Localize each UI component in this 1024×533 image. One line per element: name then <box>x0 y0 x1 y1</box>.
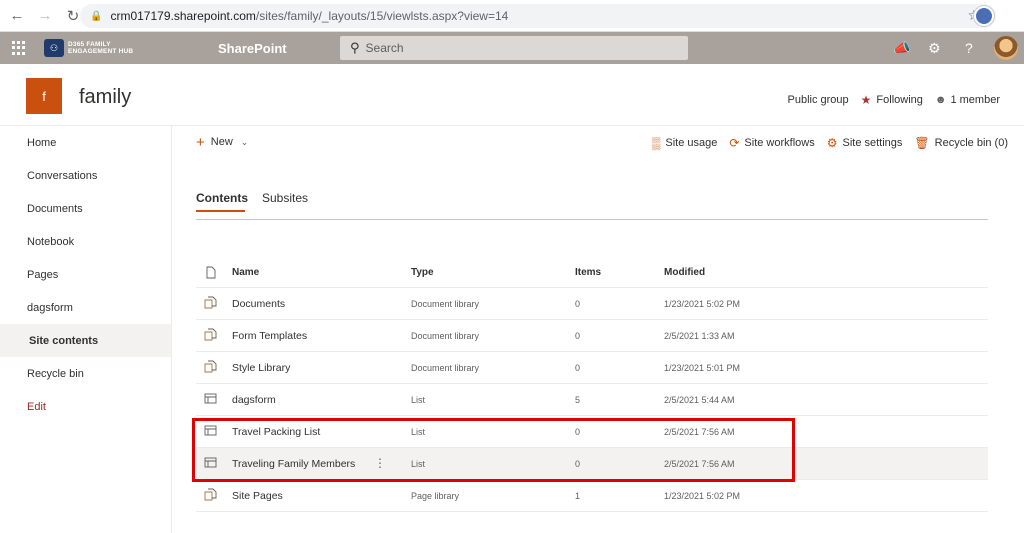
site-usage-label: Site usage <box>665 137 718 149</box>
header-type[interactable]: Type <box>411 267 434 278</box>
lock-icon: 🔒 <box>90 10 103 22</box>
table-row[interactable]: Style Library Document library 0 1/23/2021 … <box>196 352 988 384</box>
chart-icon: ▒ <box>651 136 661 150</box>
members-button[interactable]: 1 member <box>950 94 1000 106</box>
row-name[interactable]: dagsform <box>232 394 276 406</box>
list-icon <box>204 393 217 404</box>
forward-icon[interactable]: → <box>34 5 56 27</box>
row-name[interactable]: Documents <box>232 298 285 310</box>
site-logo[interactable]: f <box>26 78 62 114</box>
brand-logo[interactable]: ⚇ D365 FAMILY ENGAGEMENT HUB <box>44 38 133 58</box>
gear-icon[interactable]: ⚙ <box>928 40 941 57</box>
browser-profile-icon[interactable] <box>974 6 994 26</box>
avatar[interactable] <box>994 36 1018 60</box>
address-bar[interactable]: 🔒 crm017179.sharepoint.com /sites/family… <box>80 4 996 28</box>
search-input[interactable]: ⚲ Search <box>340 36 688 60</box>
following-button[interactable]: Following <box>876 94 922 106</box>
header-modified[interactable]: Modified <box>664 267 705 278</box>
app-launcher-icon[interactable] <box>12 41 26 55</box>
nav-item-pages[interactable]: Pages <box>0 258 171 291</box>
megaphone-icon[interactable]: 📣 <box>893 40 910 57</box>
nav-item-conversations[interactable]: Conversations <box>0 159 171 192</box>
search-placeholder: Search <box>365 41 404 55</box>
site-usage-button[interactable]: ▒ Site usage <box>652 136 718 150</box>
recycle-bin-label: Recycle bin (0) <box>934 137 1008 149</box>
nav-item-site-contents[interactable]: Site contents <box>0 324 171 357</box>
left-navigation: Home Conversations Documents Notebook Pa… <box>0 126 172 533</box>
file-type-icon <box>206 266 216 279</box>
help-icon[interactable]: ? <box>965 40 973 56</box>
nav-item-dagsform[interactable]: dagsform <box>0 291 171 324</box>
library-icon <box>204 296 217 309</box>
brand-line1: D365 FAMILY <box>68 41 111 48</box>
active-tab-underline <box>196 210 245 212</box>
row-modified: 2/5/2021 1:33 AM <box>664 331 735 341</box>
row-items: 5 <box>575 395 581 405</box>
tab-contents[interactable]: Contents <box>196 191 248 205</box>
nav-edit-link[interactable]: Edit <box>0 390 171 423</box>
table-row[interactable]: dagsform List 5 2/5/2021 5:44 AM <box>196 384 988 416</box>
row-items: 0 <box>575 363 581 373</box>
table-row[interactable]: Documents Document library 0 1/23/2021 5:02… <box>196 288 988 320</box>
following-star-icon[interactable]: ★ <box>861 93 872 107</box>
site-title[interactable]: family <box>79 86 131 109</box>
library-icon <box>204 360 217 373</box>
brand-line2: ENGAGEMENT HUB <box>68 48 134 55</box>
row-modified: 2/5/2021 5:44 AM <box>664 395 735 405</box>
back-icon[interactable]: ← <box>6 5 28 27</box>
contents-pivot: Contents Subsites <box>196 186 988 220</box>
tab-subsites[interactable]: Subsites <box>262 191 308 205</box>
new-button[interactable]: + New ⌄ <box>196 133 249 151</box>
row-modified: 1/23/2021 5:01 PM <box>664 363 741 373</box>
privacy-label: Public group <box>787 94 849 106</box>
row-type: List <box>411 395 426 405</box>
suite-bar: ⚇ D365 FAMILY ENGAGEMENT HUB SharePoint … <box>0 32 1024 64</box>
row-items: 0 <box>575 331 581 341</box>
row-type: Document library <box>411 331 480 341</box>
site-header: f family Public group ★ Following ☻ 1 me… <box>0 64 1024 126</box>
row-type: Page library <box>411 491 460 501</box>
trash-icon: 🗑 <box>914 136 930 150</box>
plus-icon: + <box>196 133 205 151</box>
nav-item-home[interactable]: Home <box>0 126 171 159</box>
app-name[interactable]: SharePoint <box>218 41 287 56</box>
row-items: 0 <box>575 299 581 309</box>
library-icon <box>204 488 217 501</box>
workflow-icon: ⟳ <box>729 136 740 150</box>
browser-toolbar: ← → ↻ 🔒 crm017179.sharepoint.com /sites/… <box>0 0 1024 32</box>
row-name[interactable]: Style Library <box>232 362 290 374</box>
table-row[interactable]: Site Pages Page library 1 1/23/2021 5:02 PM <box>196 480 988 512</box>
command-bar: + New ⌄ ▒ Site usage ⟳ Site workflows ⚙ … <box>172 126 1024 160</box>
table-header: Name Type Items Modified <box>196 258 988 288</box>
highlight-box <box>192 418 795 482</box>
new-label: New <box>210 136 233 148</box>
header-items[interactable]: Items <box>575 267 601 278</box>
row-name[interactable]: Form Templates <box>232 330 307 342</box>
settings-gear-icon: ⚙ <box>826 136 838 150</box>
row-type: Document library <box>411 363 480 373</box>
person-icon: ☻ <box>934 94 947 106</box>
row-type: Document library <box>411 299 480 309</box>
site-workflows-label: Site workflows <box>744 137 815 149</box>
row-name[interactable]: Site Pages <box>232 490 283 502</box>
search-icon: ⚲ <box>350 40 360 55</box>
url-host: crm017179.sharepoint.com <box>110 9 256 23</box>
header-name[interactable]: Name <box>232 267 259 278</box>
row-modified: 1/23/2021 5:02 PM <box>664 299 741 309</box>
site-settings-label: Site settings <box>842 137 903 149</box>
url-path: /sites/family/_layouts/15/viewlsts.aspx?… <box>255 9 509 23</box>
row-items: 1 <box>575 491 581 501</box>
chevron-down-icon: ⌄ <box>240 136 249 147</box>
nav-item-notebook[interactable]: Notebook <box>0 225 171 258</box>
brand-mark-icon: ⚇ <box>44 39 64 57</box>
library-icon <box>204 328 217 341</box>
nav-item-documents[interactable]: Documents <box>0 192 171 225</box>
site-settings-button[interactable]: ⚙ Site settings <box>827 136 903 150</box>
site-workflows-button[interactable]: ⟳ Site workflows <box>729 136 814 150</box>
table-row[interactable]: Form Templates Document library 0 2/5/2021 … <box>196 320 988 352</box>
recycle-bin-button[interactable]: 🗑 Recycle bin (0) <box>914 136 1008 150</box>
row-modified: 1/23/2021 5:02 PM <box>664 491 741 501</box>
nav-item-recycle-bin[interactable]: Recycle bin <box>0 357 171 390</box>
